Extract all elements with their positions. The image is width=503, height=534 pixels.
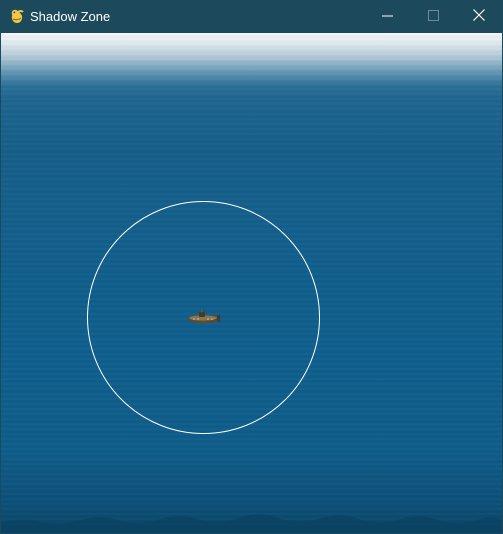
window-title: Shadow Zone	[30, 9, 111, 24]
minimize-button[interactable]	[364, 0, 410, 33]
title-bar[interactable]: Shadow Zone	[0, 0, 503, 33]
seabed	[1, 514, 502, 533]
close-icon	[473, 8, 485, 26]
game-canvas[interactable]	[1, 33, 502, 533]
game-window: Shadow Zone	[0, 0, 503, 534]
maximize-icon	[427, 8, 439, 26]
close-button[interactable]	[456, 0, 502, 33]
app-icon	[9, 8, 25, 24]
maximize-button[interactable]	[410, 0, 456, 33]
minimize-icon	[381, 8, 393, 26]
submarine-sprite[interactable]	[186, 309, 220, 325]
